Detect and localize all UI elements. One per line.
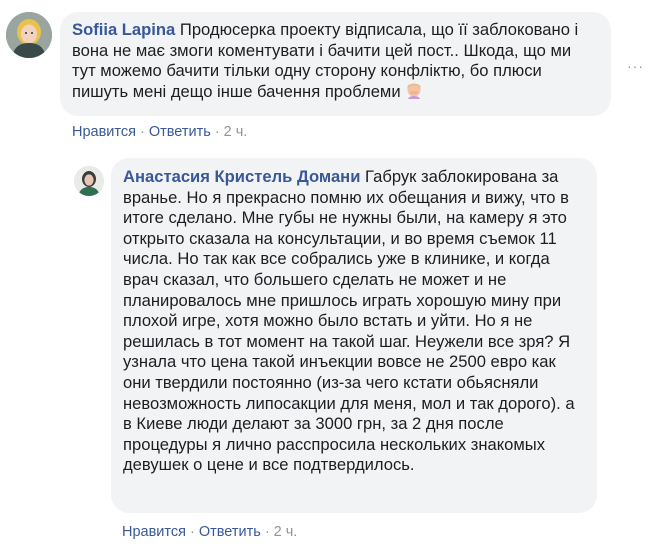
comment-actions: Нравится · Ответить · 2 ч.	[72, 124, 247, 140]
comment-bubble: Анастасия Кристель Домани Габрук заблоки…	[111, 158, 597, 513]
timestamp[interactable]: 2 ч.	[224, 124, 248, 140]
comment-body: Sofiia Lapina Продюсерка проекту відписа…	[72, 20, 599, 105]
like-link[interactable]: Нравится	[122, 524, 186, 540]
separator-dot: ·	[139, 124, 145, 140]
comment-actions: Нравится · Ответить · 2 ч.	[122, 524, 297, 540]
more-options-button[interactable]: ···	[627, 58, 644, 74]
author-name[interactable]: Sofiia Lapina	[72, 20, 175, 39]
avatar[interactable]	[6, 12, 52, 58]
separator-dot: ·	[214, 124, 220, 140]
like-link[interactable]: Нравится	[72, 124, 136, 140]
timestamp[interactable]: 2 ч.	[274, 524, 298, 540]
separator-dot: ·	[264, 524, 270, 540]
woman-facepalming-emoji	[405, 82, 423, 106]
avatar-image	[6, 12, 52, 58]
comment-sofiia: Sofiia Lapina Продюсерка проекту відписа…	[0, 0, 650, 150]
avatar-image	[74, 166, 104, 196]
comment-bubble: Sofiia Lapina Продюсерка проекту відписа…	[60, 12, 611, 116]
comment-body: Анастасия Кристель Домани Габрук заблоки…	[123, 167, 585, 476]
author-name[interactable]: Анастасия Кристель Домани	[123, 167, 360, 186]
avatar[interactable]	[74, 166, 104, 196]
separator-dot: ·	[189, 524, 195, 540]
comment-text: Габрук заблокирована за вранье. Но я пре…	[123, 167, 575, 475]
reply-link[interactable]: Ответить	[149, 124, 211, 140]
reply-link[interactable]: Ответить	[199, 524, 261, 540]
comment-anastasia: Анастасия Кристель Домани Габрук заблоки…	[0, 150, 650, 550]
